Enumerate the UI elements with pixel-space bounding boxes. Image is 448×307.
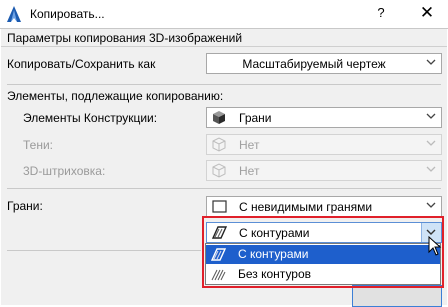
separator bbox=[7, 188, 441, 189]
hatching-select: Нет bbox=[206, 160, 442, 181]
faces-label: Грани: bbox=[7, 199, 43, 213]
chevron-down-icon bbox=[426, 140, 436, 146]
construction-label: Элементы Конструкции: bbox=[23, 111, 158, 125]
copy-as-value: Масштабируемый чертеж bbox=[242, 57, 386, 71]
solid-cube-icon bbox=[213, 111, 225, 124]
construction-select[interactable]: Грани bbox=[206, 107, 442, 128]
chevron-down-icon bbox=[426, 113, 436, 119]
copy-as-select[interactable]: Масштабируемый чертеж bbox=[206, 53, 442, 74]
square-icon bbox=[212, 200, 227, 213]
shadows-label: Тени: bbox=[23, 138, 53, 152]
close-icon[interactable]: ✕ bbox=[417, 3, 437, 23]
chevron-down-icon bbox=[426, 59, 436, 65]
faces-select[interactable]: С невидимыми гранями bbox=[206, 196, 442, 217]
hatching-label: 3D-штриховка: bbox=[23, 164, 106, 178]
chevron-down-icon bbox=[426, 166, 436, 172]
help-button[interactable]: ? bbox=[372, 5, 390, 20]
chevron-down-icon bbox=[426, 202, 436, 208]
faces-value: С невидимыми гранями bbox=[239, 200, 373, 214]
ok-button[interactable] bbox=[352, 285, 442, 307]
hatching-value: Нет bbox=[239, 164, 260, 178]
separator bbox=[7, 250, 201, 251]
shadows-select: Нет bbox=[206, 134, 442, 155]
elements-section-label: Элементы, подлежащие копированию: bbox=[7, 89, 224, 103]
archicad-app-icon bbox=[7, 6, 21, 22]
window-title: Копировать... bbox=[30, 7, 105, 21]
wireframe-cube-icon bbox=[212, 163, 226, 178]
separator bbox=[7, 84, 441, 85]
copy-as-label: Копировать/Сохранить как bbox=[7, 57, 156, 71]
section-header-text: Параметры копирования 3D-изображений bbox=[7, 31, 243, 45]
highlight-callout bbox=[202, 216, 444, 288]
wireframe-cube-icon bbox=[212, 137, 226, 152]
shadows-value: Нет bbox=[239, 138, 260, 152]
construction-value: Грани bbox=[239, 111, 272, 125]
